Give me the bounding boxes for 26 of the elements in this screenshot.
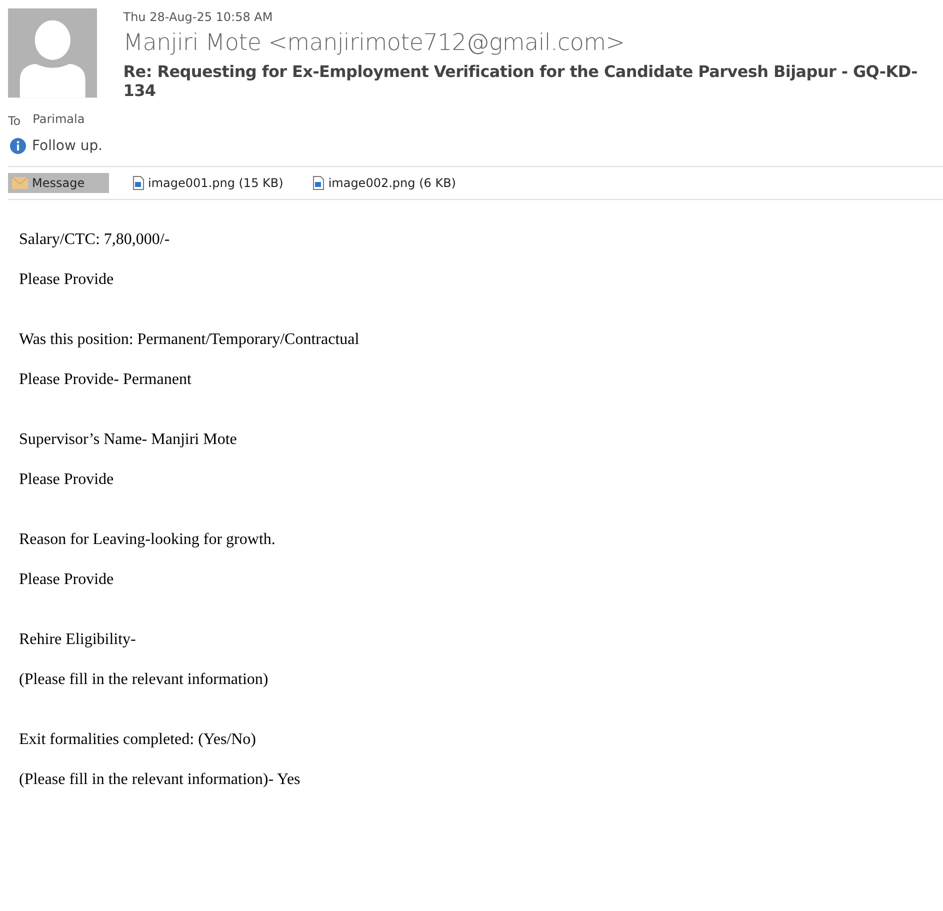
body-line: (Please fill in the relevant information)- Yes bbox=[19, 770, 302, 790]
image-file-icon bbox=[133, 176, 144, 190]
to-label: To bbox=[8, 113, 21, 128]
email-subject: Re: Requesting for Ex-Employment Verification for the Candidate Parvesh Bijapur - GQ-KD-134 bbox=[123, 62, 918, 100]
attachment-tab[interactable]: image002.png (6 KB) bbox=[309, 173, 462, 193]
body-line: Rehire Eligibility- bbox=[19, 630, 137, 650]
body-line: Supervisor’s Name- Manjiri Mote bbox=[19, 430, 238, 450]
body-line: Salary/CTC: 7,80,000/- bbox=[19, 230, 171, 250]
recipient-name: Parimala bbox=[32, 112, 85, 128]
body-line: (Please fill in the relevant information) bbox=[19, 670, 270, 690]
body-line: Please Provide- Permanent bbox=[19, 370, 192, 390]
info-icon bbox=[10, 138, 26, 154]
message-tab[interactable]: Message bbox=[8, 173, 109, 193]
body-line: Reason for Leaving-looking for growth. bbox=[19, 530, 276, 550]
image-file-icon bbox=[313, 176, 324, 190]
attachment-tab[interactable]: image001.png (15 KB) bbox=[129, 173, 290, 193]
envelope-icon bbox=[12, 177, 28, 189]
body-line: Exit formalities completed: (Yes/No) bbox=[19, 730, 257, 750]
body-line: Please Provide bbox=[19, 270, 115, 290]
sender-name: Manjiri Mote <manjirimote712@gmail.com> bbox=[123, 30, 626, 56]
avatar-icon bbox=[8, 8, 98, 98]
sent-date: Thu 28-Aug-25 10:58 AM bbox=[123, 10, 274, 24]
body-line: Please Provide bbox=[19, 470, 115, 490]
body-line: Was this position: Permanent/Temporary/Contractual bbox=[19, 330, 360, 350]
body-line: Please Provide bbox=[19, 570, 115, 590]
info-text: Follow up. bbox=[32, 138, 103, 154]
